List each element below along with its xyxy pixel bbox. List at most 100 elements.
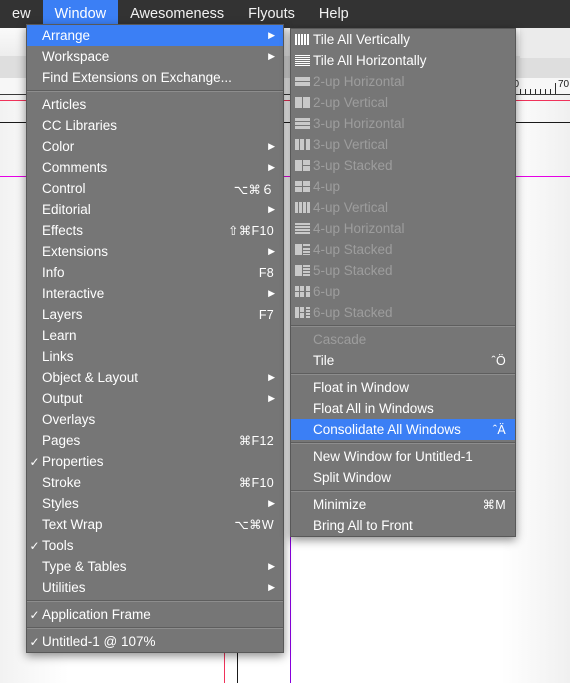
menu-item-6-up-stacked: 6-up Stacked [291,302,515,323]
menu-item-info[interactable]: Info F8 [27,262,283,283]
menu-item-new-window-for-untitled-1[interactable]: New Window for Untitled-1 [291,446,515,467]
menu-item-color[interactable]: Color ▶ [27,136,283,157]
menu-item-learn[interactable]: Learn [27,325,283,346]
menu-item-editorial[interactable]: Editorial ▶ [27,199,283,220]
menu-item-label: Float All in Windows [313,401,434,416]
menu-item-arrange[interactable]: Arrange ▶ [27,25,283,46]
submenu-arrow-icon: ▶ [268,288,275,298]
menu-item-object-layout[interactable]: Object & Layout ▶ [27,367,283,388]
menu-item-output[interactable]: Output ▶ [27,388,283,409]
menu-item-control[interactable]: Control ⌥⌘６ [27,178,283,199]
six-up-icon [294,286,310,297]
menu-item-label: 4-up Vertical [313,200,389,215]
menu-item-overlays[interactable]: Overlays [27,409,283,430]
menu-item-4-up-vertical: 4-up Vertical [291,197,515,218]
menu-item-stroke[interactable]: Stroke ⌘F10 [27,472,283,493]
menu-separator [291,442,515,444]
submenu-arrow-icon: ▶ [268,162,275,172]
menu-item-label: 2-up Horizontal [313,74,405,89]
check-icon: ✓ [29,634,40,649]
two-up-vertical-icon [294,97,310,108]
menu-item-label: Layers [42,307,83,322]
menu-item-label: Minimize [313,497,367,512]
ruler-tick [525,89,526,94]
menu-item-split-window[interactable]: Split Window [291,467,515,488]
menu-item-label: Effects [42,223,84,238]
menu-item-3-up-stacked: 3-up Stacked [291,155,515,176]
menu-item-label: 3-up Stacked [313,158,393,173]
tile-horizontal-stripes-icon [294,55,310,66]
submenu-arrow-icon: ▶ [268,141,275,151]
menu-item-label: Cascade [313,332,367,347]
ruler-tick [555,83,556,94]
menu-item-consolidate-all-windows[interactable]: Consolidate All Windows ˆÄ [291,419,515,440]
menu-item-label: 5-up Stacked [313,263,393,278]
menu-item-2-up-vertical: 2-up Vertical [291,92,515,113]
menu-item-bring-all-to-front[interactable]: Bring All to Front [291,515,515,536]
menu-item-tile-all-vertically[interactable]: Tile All Vertically [291,29,515,50]
menu-item-label: Application Frame [42,607,151,622]
menu-item-label: Object & Layout [42,370,139,385]
menu-item-untitled-1-107[interactable]: ✓ Untitled-1 @ 107% [27,631,283,652]
menu-item-float-in-window[interactable]: Float in Window [291,377,515,398]
menu-item-cascade: Cascade [291,329,515,350]
menu-item-links[interactable]: Links [27,346,283,367]
menu-item-label: Consolidate All Windows [313,422,461,437]
menu-item-application-frame[interactable]: ✓ Application Frame [27,604,283,625]
menu-item-minimize[interactable]: Minimize ⌘M [291,494,515,515]
menu-item-extensions[interactable]: Extensions ▶ [27,241,283,262]
menu-item-pages[interactable]: Pages ⌘F12 [27,430,283,451]
menu-separator [291,373,515,375]
menu-item-type-tables[interactable]: Type & Tables ▶ [27,556,283,577]
menu-item-find-extensions-on-exchange[interactable]: Find Extensions on Exchange... [27,67,283,88]
ruler-tick [535,89,536,94]
menu-item-float-all-in-windows[interactable]: Float All in Windows [291,398,515,419]
menu-item-comments[interactable]: Comments ▶ [27,157,283,178]
menu-item-shortcut: ⌘F12 [238,434,274,448]
menu-item-shortcut: ˆÖ [491,353,506,368]
menu-item-label: Pages [42,433,81,448]
menu-item-styles[interactable]: Styles ▶ [27,493,283,514]
menu-item-interactive[interactable]: Interactive ▶ [27,283,283,304]
menu-item-shortcut: ⌥⌘６ [233,183,274,197]
four-up-icon [294,181,310,192]
menu-item-4-up-stacked: 4-up Stacked [291,239,515,260]
menu-item-2-up-horizontal: 2-up Horizontal [291,71,515,92]
menu-item-icon-slot [291,55,313,66]
menu-item-layers[interactable]: Layers F7 [27,304,283,325]
menu-item-shortcut: ⇧⌘F10 [227,224,274,238]
menu-item-label: New Window for Untitled-1 [313,449,473,464]
menu-item-workspace[interactable]: Workspace ▶ [27,46,283,67]
menu-item-effects[interactable]: Effects ⇧⌘F10 [27,220,283,241]
window-dropdown-menu[interactable]: Arrange ▶ Workspace ▶ Find Extensions on Exc… [26,24,284,653]
menu-item-text-wrap[interactable]: Text Wrap ⌥⌘W [27,514,283,535]
ruler-label-70: 70 [558,79,570,90]
menu-item-4-up: 4-up [291,176,515,197]
menu-item-utilities[interactable]: Utilities ▶ [27,577,283,598]
menu-item-tools[interactable]: ✓ Tools [27,535,283,556]
ruler-tick [520,89,521,94]
menu-item-label: Overlays [42,412,96,427]
menu-item-label: Tile All Vertically [313,32,411,47]
menu-separator [291,490,515,492]
menu-item-label: Tile All Horizontally [313,53,427,68]
menu-item-label: Color [42,139,75,154]
menu-item-icon-slot [291,181,313,192]
two-up-horizontal-icon [294,76,310,87]
menu-item-tile[interactable]: Tile ˆÖ [291,350,515,371]
menu-item-label: 4-up [313,179,341,194]
menu-item-label: 3-up Horizontal [313,116,405,131]
arrange-submenu[interactable]: Tile All Vertically Tile All Horizontally… [290,28,516,537]
ruler-tick [550,89,551,94]
menubar-item-help[interactable]: Help [307,0,361,28]
menu-item-tile-all-horizontally[interactable]: Tile All Horizontally [291,50,515,71]
menu-item-cc-libraries[interactable]: CC Libraries [27,115,283,136]
menu-item-label: Output [42,391,83,406]
menu-item-label: Tile [313,353,335,368]
menu-item-shortcut: ⌘F10 [238,476,274,490]
menu-item-label: 4-up Stacked [313,242,393,257]
menu-item-properties[interactable]: ✓ Properties [27,451,283,472]
menu-item-label: Tools [42,538,74,553]
menu-separator [27,627,283,629]
menu-item-articles[interactable]: Articles [27,94,283,115]
